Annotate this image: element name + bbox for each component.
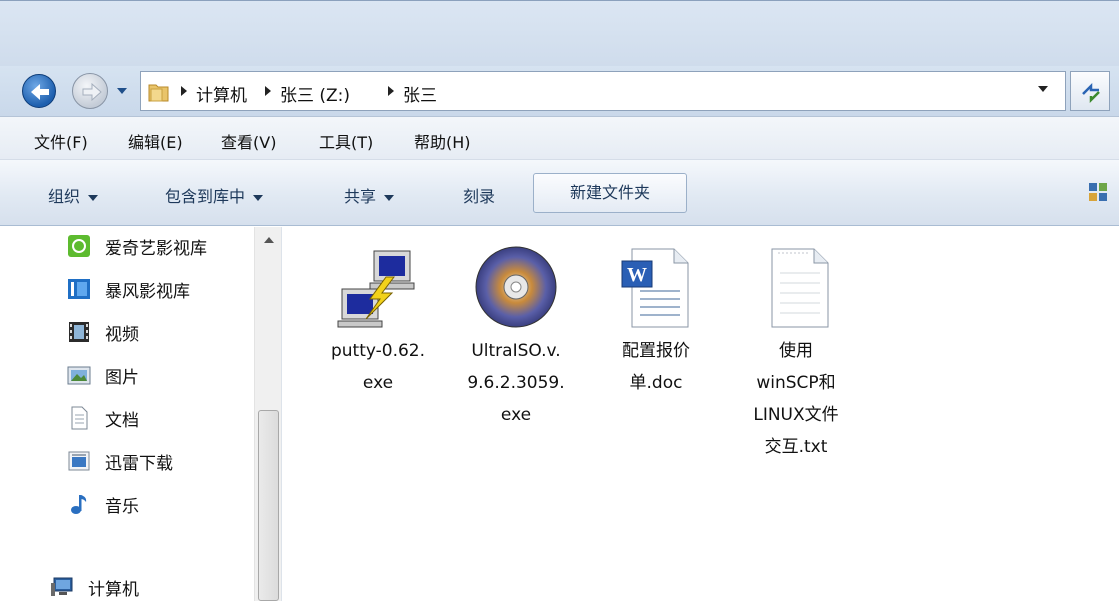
breadcrumb-drive[interactable]: 张三 (Z:) xyxy=(280,81,350,106)
address-box[interactable]: 计算机 张三 (Z:) 张三 xyxy=(140,71,1066,111)
file-name-line: 使用 xyxy=(779,341,813,361)
menu-help[interactable]: 帮助(H) xyxy=(414,129,471,153)
breadcrumb-separator-icon[interactable] xyxy=(388,86,394,96)
file-name-line: 9.6.2.3059. xyxy=(467,373,565,393)
file-name-line: LINUX文件 xyxy=(753,405,839,425)
refresh-icon xyxy=(1082,82,1100,104)
chevron-down-icon xyxy=(253,194,264,201)
new-folder-button[interactable]: 新建文件夹 xyxy=(533,173,687,213)
file-name-line: exe xyxy=(500,405,532,425)
include-library-label: 包含到库中 xyxy=(165,187,246,206)
forward-arrow-icon xyxy=(82,82,102,102)
word-doc-icon: W xyxy=(621,248,689,328)
documents-icon xyxy=(71,406,88,430)
folder-icon xyxy=(148,84,169,102)
text-file-icon xyxy=(771,248,829,328)
nav-item-label: 迅雷下载 xyxy=(105,454,173,474)
chevron-down-icon xyxy=(88,194,99,201)
putty-icon xyxy=(337,250,415,328)
nav-item-label: 爱奇艺影视库 xyxy=(105,239,207,259)
nav-item-label: 文档 xyxy=(105,411,139,431)
breadcrumb-separator-icon[interactable] xyxy=(181,86,187,96)
nav-item-label: 暴风影视库 xyxy=(105,282,190,302)
file-name: putty-0.62. exe xyxy=(308,335,448,399)
nav-item-label: 音乐 xyxy=(105,497,139,517)
baofeng-icon xyxy=(68,279,90,299)
breadcrumb-computer[interactable]: 计算机 xyxy=(196,81,247,106)
chevron-down-icon xyxy=(384,194,395,201)
window-title-area xyxy=(0,0,1119,66)
nav-item-label: 图片 xyxy=(105,368,139,388)
downloads-folder-icon xyxy=(68,451,90,471)
menu-file[interactable]: 文件(F) xyxy=(34,129,88,153)
iqiyi-icon xyxy=(68,235,90,257)
file-name-line: putty-0.62. xyxy=(330,341,426,361)
nav-item-label: 视频 xyxy=(105,325,139,345)
file-list: putty-0.62. exe UltraISO.v. 9.6.2.3059. … xyxy=(283,227,1119,601)
forward-button[interactable] xyxy=(72,73,108,109)
menu-tools[interactable]: 工具(T) xyxy=(319,129,373,153)
file-name-line: 单.doc xyxy=(629,373,683,393)
file-name-line: winSCP和 xyxy=(756,373,836,393)
recent-pages-dropdown-icon[interactable] xyxy=(116,86,128,96)
navigation-pane: 爱奇艺影视库 暴风影视库 视频 图片 文档 迅雷下载 音乐 计算机 xyxy=(0,227,282,601)
nav-item-label: 计算机 xyxy=(88,580,139,600)
share-button[interactable]: 共享 xyxy=(344,183,395,207)
scroll-up-arrow-icon[interactable] xyxy=(264,237,274,243)
video-film-icon xyxy=(69,322,89,342)
computer-icon xyxy=(51,577,73,596)
scrollbar-thumb[interactable] xyxy=(258,410,279,601)
svg-text:W: W xyxy=(627,264,647,286)
view-options-icon[interactable] xyxy=(1088,182,1108,202)
menu-view[interactable]: 查看(V) xyxy=(221,129,276,153)
file-name-line: 交互.txt xyxy=(764,437,828,457)
share-label: 共享 xyxy=(344,187,377,206)
organize-label: 组织 xyxy=(48,187,81,206)
breadcrumb-separator-icon[interactable] xyxy=(265,86,271,96)
address-toolbar: 计算机 张三 (Z:) 张三 xyxy=(0,66,1119,116)
file-name-line: 配置报价 xyxy=(622,341,690,361)
back-arrow-icon xyxy=(31,84,49,100)
file-name: 配置报价 单.doc xyxy=(586,335,726,399)
menu-edit[interactable]: 编辑(E) xyxy=(128,129,183,153)
pictures-icon xyxy=(67,366,91,385)
refresh-button[interactable] xyxy=(1070,71,1110,111)
command-bar: 组织 包含到库中 共享 刻录 新建文件夹 xyxy=(0,160,1119,226)
file-name: 使用 winSCP和 LINUX文件 交互.txt xyxy=(726,335,866,463)
include-in-library-button[interactable]: 包含到库中 xyxy=(165,183,264,207)
music-note-icon xyxy=(71,495,87,514)
file-name: UltraISO.v. 9.6.2.3059. exe xyxy=(446,335,586,431)
address-dropdown-icon[interactable] xyxy=(1038,86,1048,92)
back-button[interactable] xyxy=(22,74,56,108)
file-name-line: exe xyxy=(362,373,394,393)
breadcrumb-folder[interactable]: 张三 xyxy=(403,81,437,106)
navigation-scrollbar[interactable] xyxy=(254,227,281,601)
disc-icon xyxy=(475,246,557,328)
file-name-line: UltraISO.v. xyxy=(471,341,561,361)
organize-button[interactable]: 组织 xyxy=(48,183,99,207)
burn-button[interactable]: 刻录 xyxy=(463,183,495,207)
menu-bar: 文件(F) 编辑(E) 查看(V) 工具(T) 帮助(H) xyxy=(0,116,1119,160)
